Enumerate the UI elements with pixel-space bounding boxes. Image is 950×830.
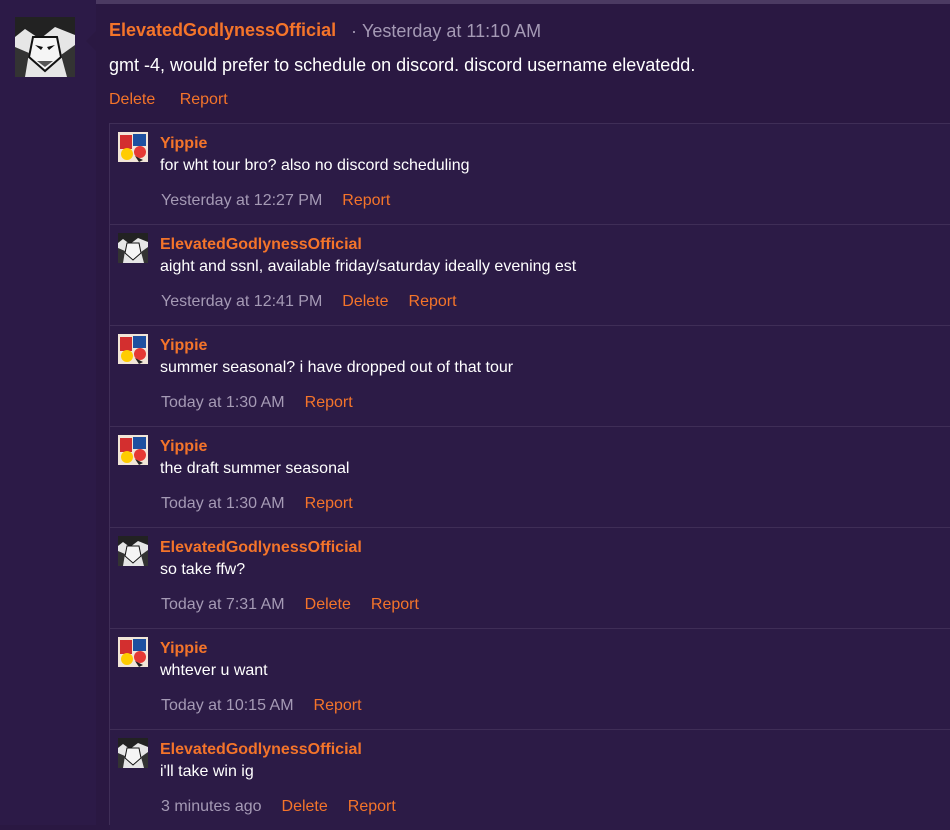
comment-meta: Yesterday at 12:27 PM Report [161,192,410,210]
comment-timestamp[interactable]: 3 minutes ago [161,798,262,815]
comment-text: aight and ssnl, available friday/saturda… [160,258,577,275]
comment-report-link[interactable]: Report [371,596,419,613]
comment-timestamp[interactable]: Today at 10:15 AM [161,697,294,714]
comment-author[interactable]: Yippie [160,135,207,153]
comment-item: ElevatedGodlynessOfficial i'll take win … [110,729,950,830]
comment-text: for wht tour bro? also no discord schedu… [160,157,470,174]
comment-author[interactable]: Yippie [160,337,207,355]
comment-timestamp[interactable]: Today at 1:30 AM [161,394,285,411]
yippie-avatar[interactable] [118,334,148,364]
post-actions: Delete Report [109,91,248,109]
comment-text: whtever u want [160,662,268,679]
comment-meta: Today at 1:30 AM Report [161,394,373,412]
comment-list: Yippie for wht tour bro? also no discord… [109,123,950,830]
comment-meta: Today at 7:31 AM Delete Report [161,596,439,614]
comment-item: ElevatedGodlynessOfficial so take ffw? T… [110,527,950,628]
comment-timestamp[interactable]: Yesterday at 12:27 PM [161,192,322,209]
post-sidebar [0,0,96,825]
comment-delete-link[interactable]: Delete [282,798,328,815]
speech-arrow [86,30,97,52]
comment-report-link[interactable]: Report [305,394,353,411]
yippie-avatar[interactable] [118,637,148,667]
elevated-avatar[interactable] [118,738,148,768]
comment-meta: Today at 10:15 AM Report [161,697,382,715]
comment-report-link[interactable]: Report [348,798,396,815]
post-timestamp[interactable]: Yesterday at 11:10 AM [362,21,541,42]
comment-meta: Yesterday at 12:41 PM Delete Report [161,293,477,311]
comment-item: Yippie for wht tour bro? also no discord… [110,123,950,224]
comment-text: the draft summer seasonal [160,460,350,477]
comment-author[interactable]: ElevatedGodlynessOfficial [160,539,362,557]
comment-item: Yippie the draft summer seasonal Today a… [110,426,950,527]
comment-text: summer seasonal? i have dropped out of t… [160,359,514,376]
elevated-avatar[interactable] [118,233,148,263]
comment-text: so take ffw? [160,561,246,578]
post-delete-link[interactable]: Delete [109,91,155,108]
comment-timestamp[interactable]: Yesterday at 12:41 PM [161,293,322,310]
comment-author[interactable]: ElevatedGodlynessOfficial [160,741,362,759]
comment-author[interactable]: Yippie [160,640,207,658]
comment-item: Yippie summer seasonal? i have dropped o… [110,325,950,426]
comment-delete-link[interactable]: Delete [305,596,351,613]
comment-report-link[interactable]: Report [409,293,457,310]
post-body: gmt -4, would prefer to schedule on disc… [109,55,696,75]
comment-report-link[interactable]: Report [314,697,362,714]
comment-text: i'll take win ig [160,763,254,780]
post-author-name[interactable]: ElevatedGodlynessOfficial [109,20,336,41]
comment-delete-link[interactable]: Delete [342,293,388,310]
post-author-avatar[interactable] [15,17,75,77]
comment-item: ElevatedGodlynessOfficial aight and ssnl… [110,224,950,325]
comment-timestamp[interactable]: Today at 1:30 AM [161,495,285,512]
comment-author[interactable]: ElevatedGodlynessOfficial [160,236,362,254]
yippie-avatar[interactable] [118,435,148,465]
post-separator: · [351,21,357,41]
comment-item: Yippie whtever u want Today at 10:15 AM R… [110,628,950,729]
yippie-avatar[interactable] [118,132,148,162]
comment-meta: 3 minutes ago Delete Report [161,798,416,816]
comment-report-link[interactable]: Report [305,495,353,512]
comment-meta: Today at 1:30 AM Report [161,495,373,513]
post-report-link[interactable]: Report [180,91,228,108]
comment-timestamp[interactable]: Today at 7:31 AM [161,596,285,613]
comment-author[interactable]: Yippie [160,438,207,456]
elevated-avatar[interactable] [118,536,148,566]
comment-report-link[interactable]: Report [342,192,390,209]
